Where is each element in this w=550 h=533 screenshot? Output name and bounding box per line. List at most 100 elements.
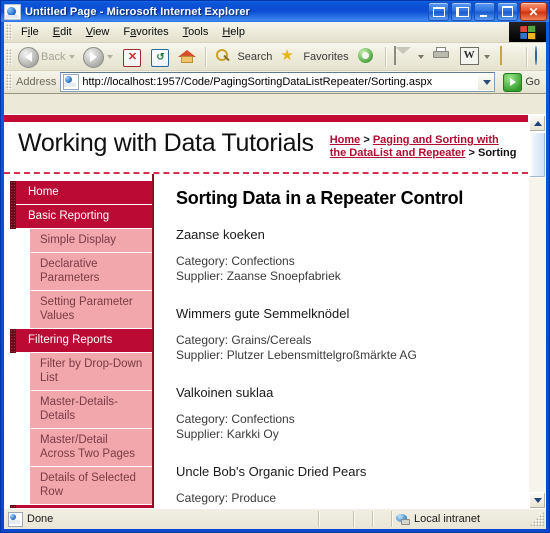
page-header: Working with Data Tutorials Home > Pagin… xyxy=(4,122,528,174)
search-button[interactable]: Search xyxy=(210,45,276,69)
windows-flag-icon xyxy=(520,25,536,39)
restore-group-button[interactable] xyxy=(428,2,449,21)
sidebar-item-declarative-parameters[interactable]: Declarative Parameters xyxy=(30,253,152,291)
go-button[interactable]: Go xyxy=(499,72,544,92)
scrollbar-thumb[interactable] xyxy=(529,132,546,178)
chevron-down-icon xyxy=(482,79,491,85)
product-name: Wimmers gute Semmelknödel xyxy=(176,306,350,321)
address-url-text: http://localhost:1957/Code/PagingSorting… xyxy=(82,76,433,88)
window-title: Untitled Page - Microsoft Internet Explo… xyxy=(25,5,250,18)
stop-button[interactable]: ✕ xyxy=(117,45,145,69)
product-category: Category: Produce xyxy=(176,491,277,505)
page-title: Working with Data Tutorials xyxy=(18,129,314,157)
address-gripper[interactable] xyxy=(6,74,12,90)
address-input[interactable]: http://localhost:1957/Code/PagingSorting… xyxy=(60,72,496,92)
back-icon xyxy=(18,46,39,68)
security-zone-pane[interactable]: Local intranet xyxy=(392,510,530,528)
forward-button[interactable] xyxy=(79,45,117,69)
sidebar-item-setting-parameter-values[interactable]: Setting Parameter Values xyxy=(30,291,152,329)
chevron-up-icon xyxy=(533,121,542,126)
discuss-icon xyxy=(534,45,550,67)
chevron-down-icon xyxy=(533,498,542,503)
scroll-up-button[interactable] xyxy=(529,115,546,132)
sidebar-item-master-detail-across-two-pages[interactable]: Master/Detail Across Two Pages xyxy=(30,429,152,467)
menu-file[interactable]: File xyxy=(14,24,46,40)
status-text: Done xyxy=(27,513,54,525)
breadcrumb-home-link[interactable]: Home xyxy=(330,134,361,146)
sidebar-item-basic-reporting[interactable]: Basic Reporting xyxy=(16,205,152,229)
sidebar-item-simple-display[interactable]: Simple Display xyxy=(30,229,152,253)
toolbar-separator-3 xyxy=(525,46,527,67)
refresh-button[interactable]: ↺ xyxy=(145,45,173,69)
menu-tools[interactable]: Tools xyxy=(176,24,216,40)
status-bar: Done Local intranet xyxy=(4,508,546,529)
sidebar-group-home: Home xyxy=(4,181,152,205)
sidebar-group-basic-reporting: Basic Reporting xyxy=(4,205,152,229)
product-category: Category: Confections xyxy=(176,254,295,268)
sidebar-item-details-of-selected-row[interactable]: Details of Selected Row xyxy=(30,467,152,505)
product-category: Category: Confections xyxy=(176,412,295,426)
home-button[interactable] xyxy=(173,45,201,69)
menu-help[interactable]: Help xyxy=(215,24,252,40)
print-button[interactable] xyxy=(428,45,456,69)
security-zone-text: Local intranet xyxy=(414,513,481,525)
toolbar-separator-1 xyxy=(205,46,207,67)
status-divider xyxy=(318,511,319,527)
toolbar-gripper[interactable] xyxy=(6,48,12,65)
restore-group-button-2[interactable] xyxy=(451,2,472,21)
search-icon xyxy=(214,47,234,67)
media-button[interactable] xyxy=(353,45,381,69)
menu-view[interactable]: View xyxy=(79,24,117,40)
sidebar-item-filtering-reports[interactable]: Filtering Reports xyxy=(16,329,152,353)
mail-dropdown-icon[interactable] xyxy=(417,54,424,59)
resize-grip[interactable] xyxy=(530,512,544,526)
back-dropdown-icon[interactable] xyxy=(69,54,76,59)
product-supplier: Supplier: Karkki Oy xyxy=(176,427,279,441)
window-client-area: File Edit View Favorites Tools Help Back xyxy=(4,22,546,529)
mail-icon xyxy=(393,45,414,67)
product-name: Zaanse koeken xyxy=(176,227,265,242)
breadcrumb: Home > Paging and Sorting with the DataL… xyxy=(330,128,518,160)
favorites-button[interactable]: ★ Favorites xyxy=(276,45,352,69)
vertical-scrollbar[interactable] xyxy=(528,115,546,509)
sidebar-item-home[interactable]: Home xyxy=(16,181,152,205)
product-item: Zaanse koeken Category: Confections Supp… xyxy=(176,227,510,284)
forward-dropdown-icon[interactable] xyxy=(107,54,114,59)
notes-icon xyxy=(498,45,518,67)
title-bar: Untitled Page - Microsoft Internet Explo… xyxy=(1,1,549,22)
document-viewport: Working with Data Tutorials Home > Pagin… xyxy=(4,114,546,509)
minimize-button[interactable] xyxy=(474,2,495,21)
scroll-down-button[interactable] xyxy=(529,492,546,509)
edit-dropdown-icon[interactable] xyxy=(483,54,490,59)
browser-window: Untitled Page - Microsoft Internet Explo… xyxy=(0,0,550,533)
menu-gripper[interactable] xyxy=(6,24,12,40)
mail-button[interactable] xyxy=(390,45,428,69)
breadcrumb-sep-1: > xyxy=(360,134,373,146)
window-page-icon xyxy=(4,3,21,20)
sidebar-item-filter-by-dropdown-list[interactable]: Filter by Drop-Down List xyxy=(30,353,152,391)
back-button[interactable]: Back xyxy=(14,45,79,69)
media-icon xyxy=(357,47,377,67)
toolbar-separator-2 xyxy=(384,46,386,67)
address-bar: Address http://localhost:1957/Code/Pagin… xyxy=(4,71,546,94)
home-icon xyxy=(177,47,197,67)
status-divider xyxy=(353,511,354,527)
sidebar-group-filtering-reports: Filtering Reports xyxy=(4,329,152,353)
product-category: Category: Grains/Cereals xyxy=(176,333,312,347)
menu-favorites[interactable]: Favorites xyxy=(116,24,175,40)
notes-button[interactable] xyxy=(494,45,522,69)
menu-edit[interactable]: Edit xyxy=(46,24,79,40)
maximize-button[interactable] xyxy=(497,2,518,21)
menu-bar: File Edit View Favorites Tools Help xyxy=(4,22,546,43)
sidebar-item-master-details-details[interactable]: Master-Details-Details xyxy=(30,391,152,429)
address-dropdown-button[interactable] xyxy=(478,74,495,90)
windows-logo xyxy=(509,22,546,42)
discuss-button[interactable] xyxy=(531,45,550,69)
page-top-bar xyxy=(4,115,528,122)
scrollbar-track[interactable] xyxy=(529,132,546,492)
address-label: Address xyxy=(16,76,57,88)
breadcrumb-sep-2: > xyxy=(465,147,478,159)
edit-word-button[interactable]: W xyxy=(456,45,494,69)
close-button[interactable]: ✕ xyxy=(520,2,547,21)
edit-word-icon: W xyxy=(459,46,480,67)
